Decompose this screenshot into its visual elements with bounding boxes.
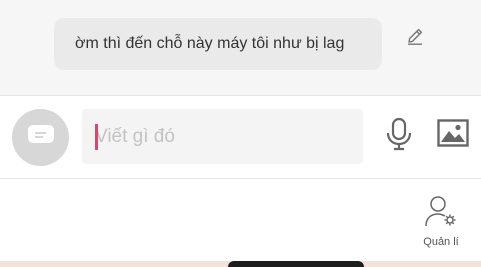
- user-settings-icon: [424, 195, 458, 232]
- sticker-button[interactable]: [12, 109, 69, 166]
- message-input[interactable]: [82, 109, 363, 164]
- manage-button[interactable]: Quản lí: [418, 195, 464, 253]
- message-area: ờm thì đến chỗ này máy tôi như bị lag: [0, 0, 481, 96]
- message-text: ờm thì đến chỗ này máy tôi như bị lag: [75, 35, 345, 52]
- microphone-button[interactable]: [383, 117, 415, 156]
- composer-bar: [0, 97, 481, 179]
- edit-button[interactable]: [402, 25, 428, 51]
- microphone-icon: [385, 117, 413, 156]
- image-button[interactable]: [436, 118, 470, 152]
- manage-label: Quản lí: [423, 236, 459, 248]
- content-preview-image: [228, 261, 364, 267]
- pencil-icon: [405, 26, 425, 51]
- chat-bubble-icon: [27, 124, 55, 151]
- message-bubble[interactable]: ờm thì đến chỗ này máy tôi như bị lag: [54, 18, 382, 70]
- text-caret: [95, 124, 98, 150]
- image-icon: [437, 118, 469, 152]
